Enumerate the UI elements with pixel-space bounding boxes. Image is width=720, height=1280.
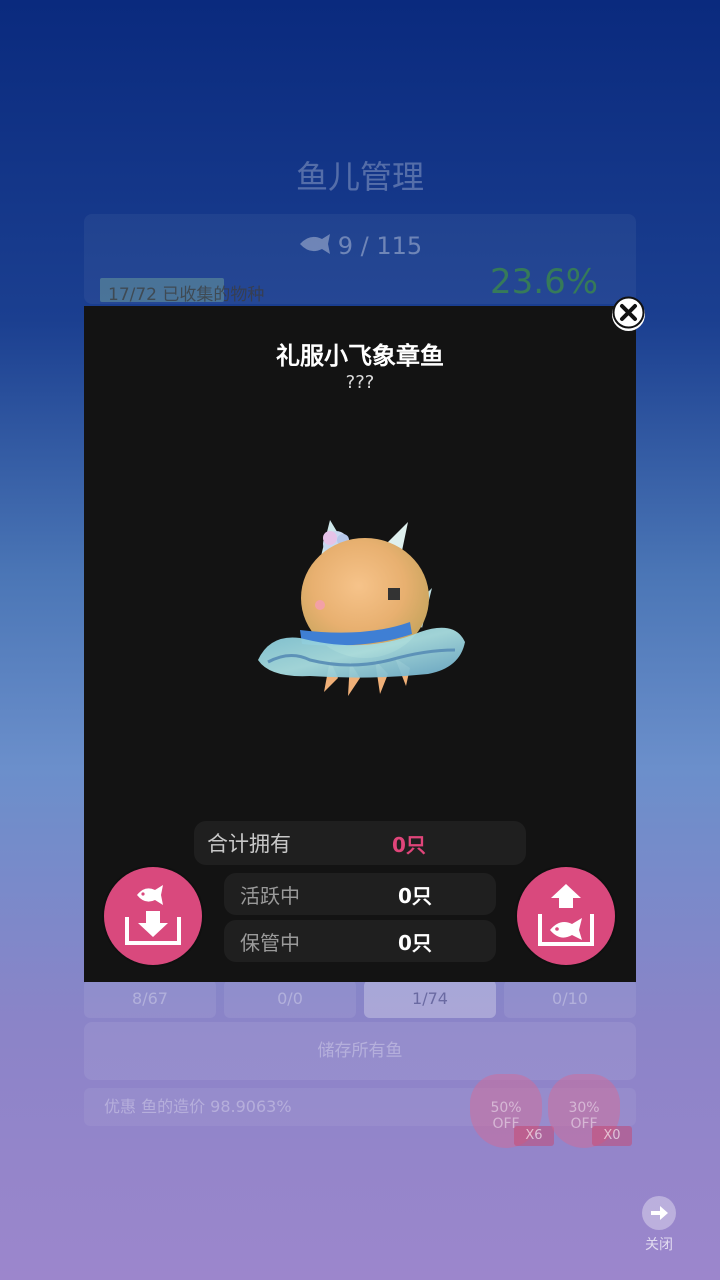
total-owned-value: 0只 [392, 832, 426, 857]
coupon-percent: 30% [568, 1100, 600, 1116]
bg-page-title: 鱼儿管理 [295, 158, 424, 196]
modal-close-button[interactable] [612, 296, 645, 333]
bg-tab: 0/0 [224, 980, 356, 1018]
coupon-percent: 50% [490, 1100, 522, 1116]
coupon-count: X0 [592, 1126, 632, 1146]
bg-store-all-button: 储存所有鱼 [84, 1022, 636, 1080]
bg-fish-count: 9 / 115 [0, 232, 720, 261]
bg-tab-active: 1/74 [364, 980, 496, 1018]
bg-coupon-50: 50% OFF X6 [470, 1074, 554, 1148]
octopus-fish-image [250, 510, 480, 700]
stored-label: 保管中 [240, 930, 300, 955]
bg-coupon-30: 30% OFF X0 [548, 1074, 632, 1148]
bg-fish-count-text: 9 / 115 [337, 232, 423, 260]
fish-icon [298, 233, 332, 261]
close-screen-label: 关闭 [645, 1237, 673, 1253]
active-row: 活跃中 0只 [224, 873, 496, 915]
store-fish-button[interactable] [104, 867, 202, 965]
release-fish-icon [536, 882, 596, 950]
stored-value: 0只 [398, 930, 432, 955]
bg-tab: 0/10 [504, 980, 636, 1018]
bg-tabs: 8/67 0/0 1/74 0/10 [84, 980, 636, 1018]
release-fish-button[interactable] [517, 867, 615, 965]
stored-row: 保管中 0只 [224, 920, 496, 962]
bg-tab: 8/67 [84, 980, 216, 1018]
close-x-icon [612, 296, 645, 333]
fish-subtitle: ??? [345, 372, 375, 393]
total-owned-label: 合计拥有 [207, 832, 291, 856]
close-screen-button[interactable]: 关闭 [636, 1196, 682, 1254]
active-value: 0只 [398, 883, 432, 908]
bg-collection-percent: 23.6% [490, 262, 599, 302]
active-label: 活跃中 [240, 883, 300, 908]
bg-collected-species: 17/72 已收集的物种 [108, 285, 265, 305]
store-fish-icon [123, 883, 183, 949]
arrow-right-icon [642, 1196, 676, 1230]
fish-name: 礼服小飞象章鱼 [276, 342, 444, 370]
total-owned-row: 合计拥有 0只 [194, 821, 526, 865]
